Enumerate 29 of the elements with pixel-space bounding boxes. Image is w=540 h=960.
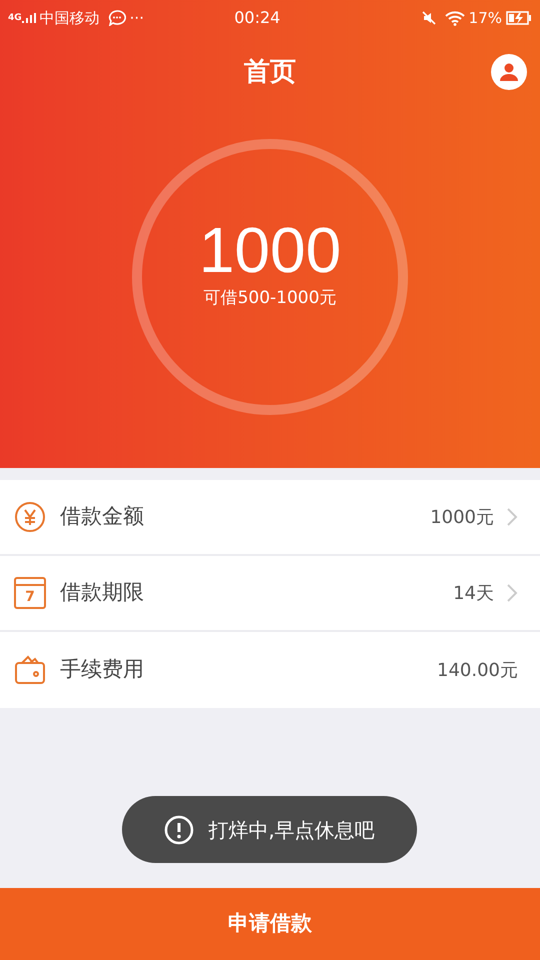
network-label: 4G (8, 14, 22, 22)
wallet-icon (14, 655, 46, 685)
message-icon (108, 10, 126, 26)
page-title: 首页 (244, 56, 296, 88)
amount-range: 可借500-1000元 (204, 287, 336, 310)
yen-icon (14, 501, 46, 533)
more-indicator: ··· (130, 8, 144, 29)
profile-button[interactable] (491, 54, 527, 90)
battery-percent: 17% (468, 8, 502, 29)
row-value: 140.00元 (437, 658, 518, 682)
row-label: 借款金额 (60, 503, 144, 530)
alert-icon (164, 814, 194, 844)
battery-charging-icon (506, 11, 532, 25)
loan-row[interactable]: 借款金额 1000元 (0, 480, 540, 556)
signal-icon (22, 12, 36, 24)
wifi-icon (444, 10, 465, 26)
clock: 00:24 (234, 7, 280, 29)
user-icon (499, 62, 519, 82)
carrier-name: 中国移动 (40, 8, 100, 29)
loan-row[interactable]: 7 借款期限 14天 (0, 556, 540, 632)
calendar-icon: 7 (14, 577, 46, 609)
row-value: 1000元 (430, 506, 494, 530)
amount-value: 1000 (198, 218, 342, 282)
loan-row[interactable]: 手续费用 140.00元 (0, 632, 540, 708)
mute-icon (420, 10, 437, 26)
row-value: 14天 (453, 582, 494, 606)
toast-message: 打烊中,早点休息吧 (208, 816, 375, 844)
row-label: 借款期限 (60, 579, 144, 606)
row-label: 手续费用 (60, 656, 144, 684)
